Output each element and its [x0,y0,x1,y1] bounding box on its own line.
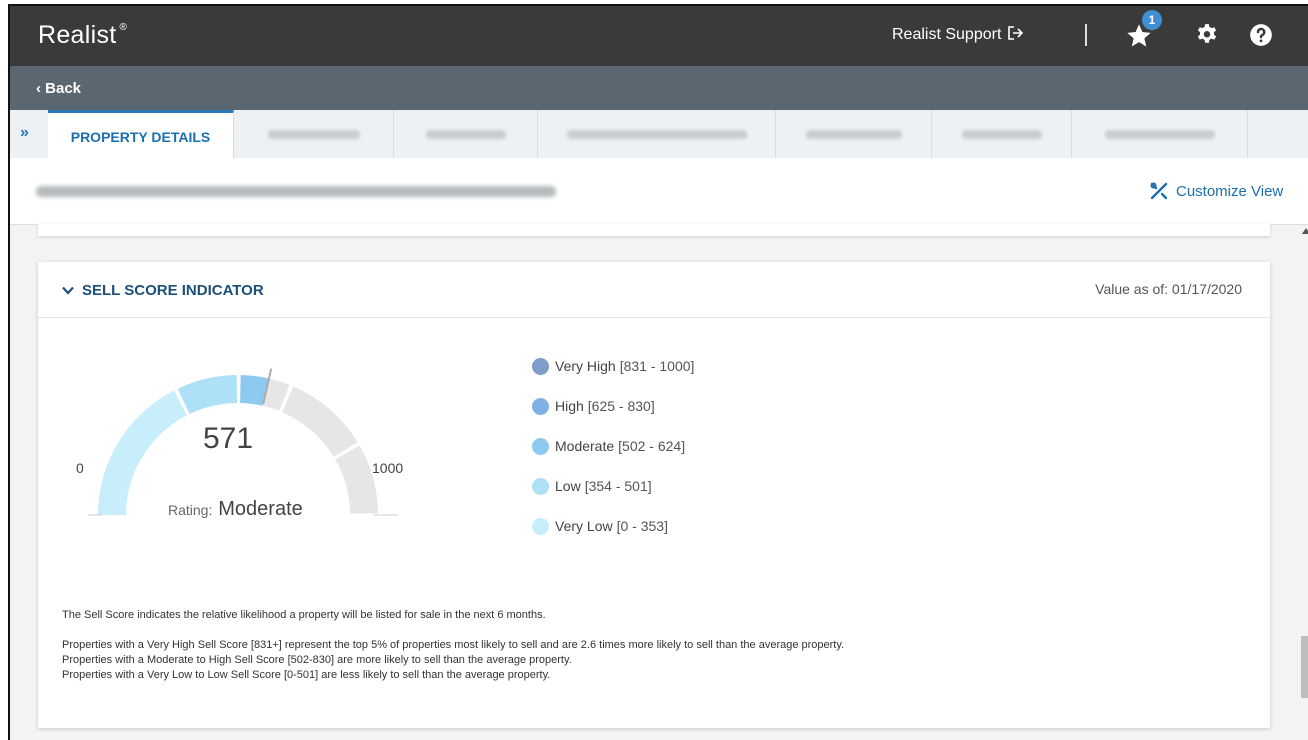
scrollbar-thumb[interactable] [1301,636,1308,698]
brand-name: Realist [38,21,117,49]
legend-range: [502 - 624] [618,438,686,454]
app-window: Realist ® Realist Support 1 ‹ Back » PRO… [8,4,1308,740]
rating-text: Rating: Moderate [168,498,303,521]
tab-hidden-5[interactable] [932,110,1072,158]
redacted-tab-label [425,129,506,139]
redacted-tab-label [805,129,902,139]
gauge-empty-segment [282,386,358,457]
gauge-min-label: 0 [76,460,84,476]
legend-label: Moderate [555,438,615,454]
legend-range: [354 - 501] [584,478,652,494]
previous-section-card [38,224,1270,236]
external-link-icon [1008,26,1023,40]
brand-logo[interactable]: Realist ® [38,21,127,50]
legend-dot [532,517,549,535]
tab-property-details[interactable]: PROPERTY DETAILS [48,110,234,160]
back-button[interactable]: ‹ Back [36,80,81,97]
legend-dot [532,477,549,495]
favorites-count-badge: 1 [1142,10,1162,30]
legend-item-very-low: Very Low [0 - 353] [532,516,694,536]
gauge-empty-segment [335,445,378,514]
expand-tabs-icon[interactable]: » [20,124,29,142]
legend-dot [532,357,549,375]
legend-dot [532,397,549,415]
tab-hidden-4[interactable] [776,110,932,158]
gear-icon [1197,24,1217,43]
tab-hidden-2[interactable] [394,110,538,158]
sell-score-notes: The Sell Score indicates the relative li… [62,608,844,683]
customize-view-label: Customize View [1176,182,1284,200]
card-header: SELL SCORE INDICATOR Value as of: 01/17/… [38,262,1270,318]
sell-score-value: 571 [202,422,254,455]
tab-hidden-1[interactable] [234,110,394,158]
registered-mark: ® [119,21,128,33]
tools-icon [1150,182,1168,200]
tab-hidden-6[interactable] [1072,110,1248,158]
redacted-tab-label [1104,129,1215,139]
redacted-address [36,186,556,197]
note-line: Properties with a Very High Sell Score [… [62,639,845,651]
note-line: Properties with a Very Low to Low Sell S… [62,669,551,681]
legend-label: Very High [555,358,616,374]
sell-score-legend: Very High [831 - 1000] High [625 - 830] … [532,356,694,556]
tab-hidden-3[interactable] [538,110,776,158]
redacted-tab-label [961,129,1042,139]
section-title: SELL SCORE INDICATOR [82,282,264,299]
legend-range: [831 - 1000] [619,358,695,374]
chevron-down-icon [62,286,74,295]
rating-value: Moderate [218,498,303,520]
settings-button[interactable] [1194,22,1222,50]
tab-label: PROPERTY DETAILS [70,128,211,145]
tab-bar: » PROPERTY DETAILS [10,110,1308,160]
value-as-of-date: Value as of: 01/17/2020 [1095,281,1242,297]
legend-item-high: High [625 - 830] [532,396,694,416]
header-divider [1085,24,1087,46]
sell-score-toggle[interactable]: SELL SCORE INDICATOR [62,282,264,299]
rating-label: Rating: [168,502,213,518]
legend-label: Very Low [555,518,613,534]
legend-item-moderate: Moderate [502 - 624] [532,436,694,456]
support-label: Realist Support [892,26,1002,43]
back-bar: ‹ Back [10,66,1308,110]
legend-range: [0 - 353] [616,518,668,534]
legend-item-low: Low [354 - 501] [532,476,694,496]
note-line: The Sell Score indicates the relative li… [62,609,546,621]
gauge-filled-segment [177,375,237,414]
legend-label: Low [555,478,581,494]
sell-score-card: SELL SCORE INDICATOR Value as of: 01/17/… [38,262,1270,728]
top-navigation-bar: Realist ® Realist Support 1 [10,6,1308,66]
legend-dot [532,437,549,455]
legend-item-very-high: Very High [831 - 1000] [532,356,694,376]
help-button[interactable] [1248,22,1276,50]
help-icon [1250,24,1272,46]
legend-label: High [555,398,584,414]
gauge-max-label: 1000 [372,460,404,476]
redacted-tab-label [267,129,360,139]
note-line: Properties with a Moderate to High Sell … [62,654,572,666]
property-address-bar: Customize View [10,158,1308,225]
scroll-up-arrow[interactable] [1302,228,1308,234]
support-link[interactable]: Realist Support [892,26,1024,44]
customize-view-button[interactable]: Customize View [1150,182,1283,200]
legend-range: [625 - 830] [587,398,655,414]
redacted-tab-label [566,129,747,139]
gauge-filled-segment [98,390,187,515]
